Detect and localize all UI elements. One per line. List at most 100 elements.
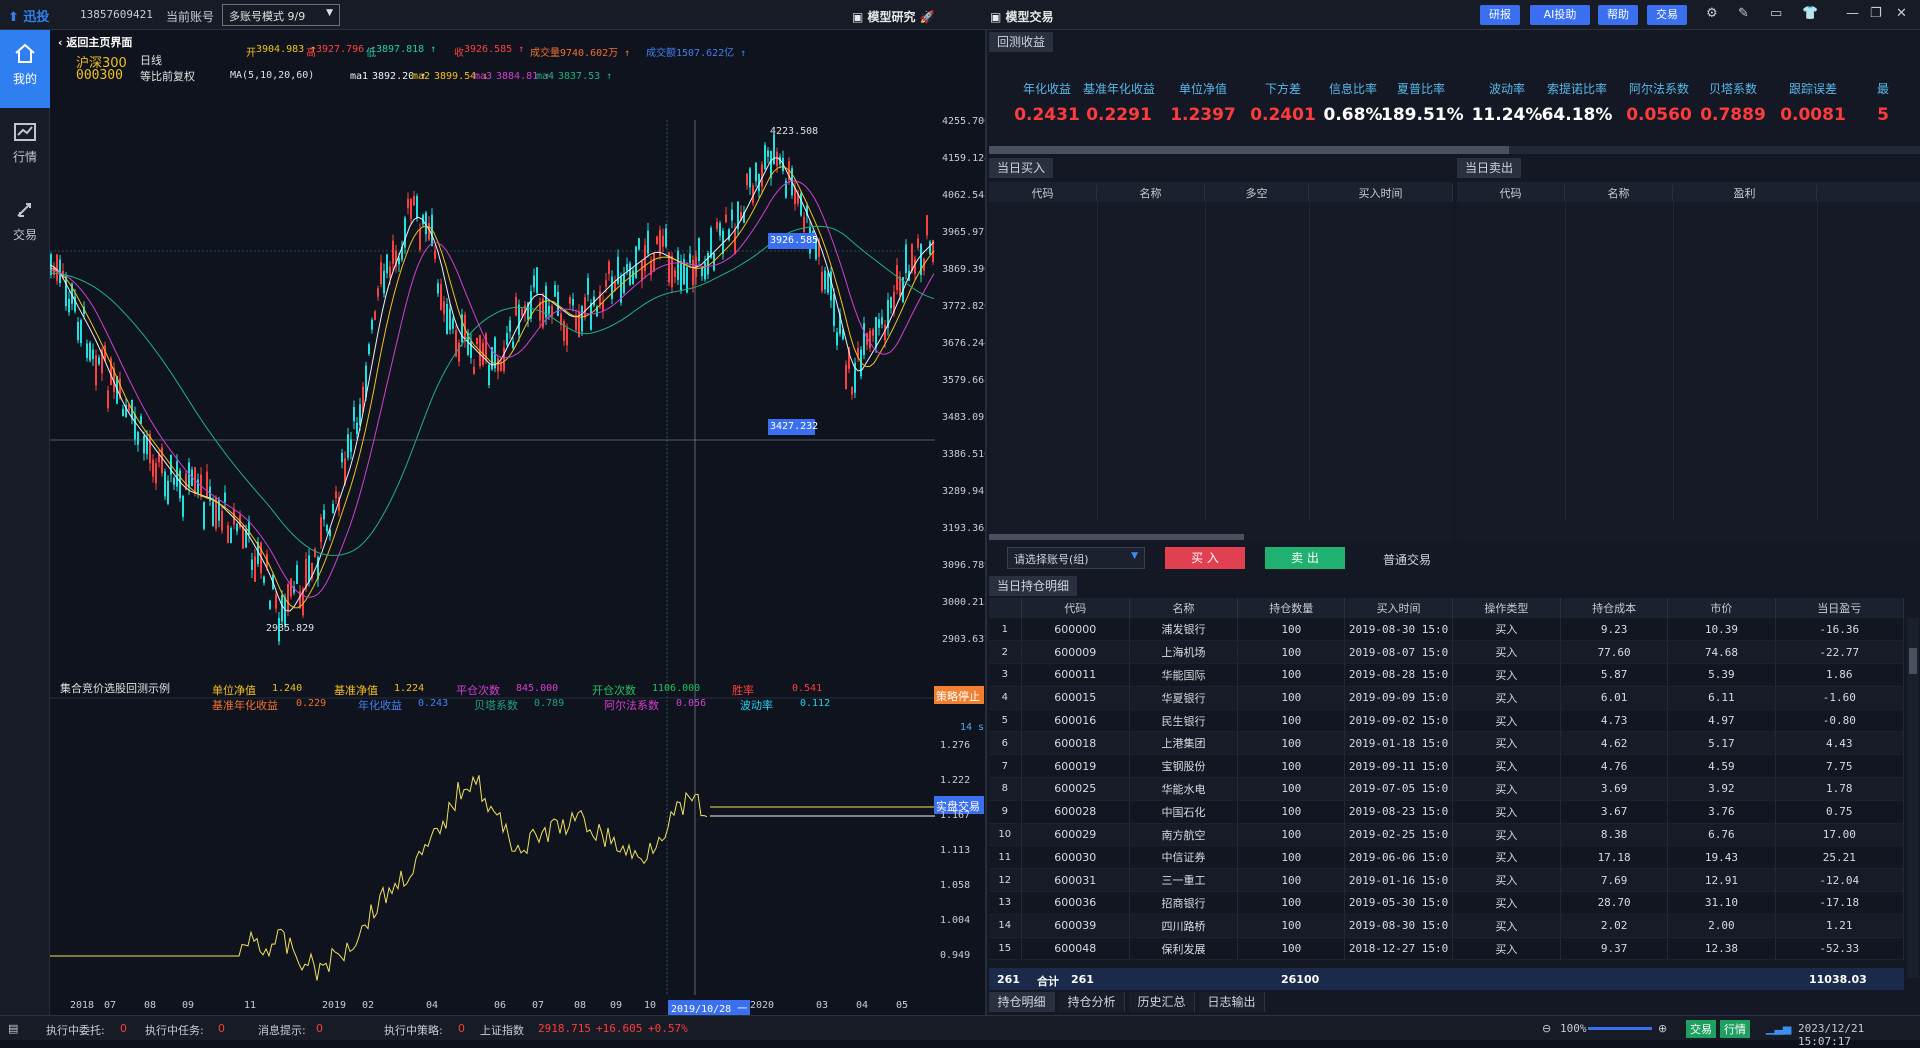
- bottom-tab[interactable]: 持仓分析: [1059, 992, 1125, 1012]
- table-row[interactable]: 14 600039 四川路桥 100 2019-08-30 15:0 买入 2.02 2.00…: [989, 914, 1905, 938]
- candle-body: [389, 266, 391, 278]
- table-row[interactable]: 8 600025 华能水电 100 2019-07-05 15:0 买入 3.69 3.92 1…: [989, 777, 1905, 801]
- tab-today-buy[interactable]: 当日买入: [989, 158, 1054, 178]
- research-report-button[interactable]: 研报: [1480, 5, 1520, 25]
- buy-col-header[interactable]: 代码: [989, 185, 1097, 201]
- table-row[interactable]: 3 600011 华能国际 100 2019-08-28 15:0 买入 5.87 5.39 1…: [989, 663, 1905, 687]
- table-cell: 1: [989, 618, 1022, 642]
- positions-col-header[interactable]: 操作类型: [1452, 598, 1561, 618]
- status-trade-button[interactable]: 交易: [1686, 1020, 1716, 1038]
- candle-body: [371, 319, 373, 330]
- metrics-scrollbar[interactable]: [989, 146, 1920, 154]
- table-cell: 买入: [1452, 937, 1561, 961]
- positions-scrollbar-thumb[interactable]: [1909, 648, 1917, 674]
- positions-col-header[interactable]: 买入时间: [1344, 598, 1453, 618]
- sidebar-item-trade[interactable]: 交易: [0, 186, 50, 264]
- account-mode-select[interactable]: 多账号模式 9/9 ▼: [222, 4, 340, 26]
- sell-col-header[interactable]: 代码: [1457, 185, 1565, 201]
- table-row[interactable]: 9 600028 中国石化 100 2019-08-23 15:0 买入 3.67 3.76 0…: [989, 800, 1905, 824]
- table-cell: 2: [989, 640, 1022, 665]
- bt-stat-value: 1106.000: [652, 683, 701, 694]
- positions-col-header[interactable]: 持仓成本: [1560, 598, 1669, 618]
- gear-icon[interactable]: ⚙: [1706, 6, 1718, 21]
- sell-col-header[interactable]: 盈利: [1673, 185, 1817, 201]
- positions-col-header[interactable]: 持仓数量: [1237, 598, 1346, 618]
- candle-body: [569, 297, 571, 304]
- buy-table-scrollbar[interactable]: [989, 534, 1244, 540]
- bottom-tab[interactable]: 历史汇总: [1129, 992, 1195, 1012]
- buy-table: 代码 名称 多空 买入时间: [989, 182, 1453, 542]
- sell-col-header[interactable]: 名称: [1565, 185, 1673, 201]
- tab-today-sell[interactable]: 当日卖出: [1457, 158, 1522, 178]
- price-tick: 3193.365: [942, 523, 991, 534]
- task-label: 执行中任务:: [145, 1024, 204, 1037]
- bottom-tab[interactable]: 持仓明细: [989, 992, 1055, 1012]
- table-row[interactable]: 6 600018 上港集团 100 2019-01-18 15:0 买入 4.62 5.17 4…: [989, 731, 1905, 756]
- metric-item: 单位净值 1.2397: [1163, 80, 1243, 125]
- table-cell: -12.04: [1775, 868, 1905, 893]
- candle-body: [68, 298, 70, 313]
- restore-icon[interactable]: ❐: [1870, 6, 1882, 21]
- table-row[interactable]: 4 600015 华夏银行 100 2019-09-09 15:0 买入 6.01 6.11-…: [989, 686, 1905, 710]
- table-row[interactable]: 12 600031 三一重工 100 2019-01-16 15:0 买入 7.69 12.9…: [989, 868, 1905, 893]
- account-group-select[interactable]: 请选择账号(组) ▼: [1007, 547, 1145, 569]
- minimize-icon[interactable]: —: [1846, 6, 1859, 21]
- zoom-slider[interactable]: [1588, 1027, 1652, 1030]
- candle-body: [605, 280, 607, 287]
- table-row[interactable]: 2 600009 上海机场 100 2019-08-07 15:0 买入 77.60 74.6…: [989, 640, 1905, 665]
- ai-assist-button[interactable]: AI投助: [1530, 5, 1590, 25]
- sell-button[interactable]: 卖 出: [1265, 547, 1345, 569]
- edit-icon[interactable]: ✎: [1738, 6, 1749, 21]
- table-row[interactable]: 10 600029 南方航空 100 2019-02-25 15:0 买入 8.38 6.76…: [989, 823, 1905, 847]
- positions-col-header[interactable]: 当日盈亏: [1775, 598, 1905, 618]
- buy-col-header[interactable]: 买入时间: [1309, 185, 1453, 201]
- help-button[interactable]: 帮助: [1598, 5, 1638, 25]
- screen-icon[interactable]: ▭: [1770, 6, 1782, 21]
- table-row[interactable]: 1 600000 浦发银行 100 2019-08-30 15:0 买入 9.23 10.39…: [989, 618, 1905, 642]
- model-research-label: 模型研究: [867, 10, 916, 24]
- table-row[interactable]: 15 600048 保利发展 100 2018-12-27 15:0 买入 9.37 12.3…: [989, 937, 1905, 961]
- positions-scrollbar[interactable]: [1907, 618, 1919, 978]
- table-row[interactable]: 13 600036 招商银行 100 2019-05-30 15:0 买入 28.70 31.…: [989, 891, 1905, 915]
- close-icon[interactable]: ✕: [1896, 6, 1907, 21]
- metric-label: 阿尔法系数: [1628, 82, 1689, 96]
- positions-col-header[interactable]: 代码: [1021, 598, 1130, 618]
- model-research-title[interactable]: ▣ 模型研究 🚀: [852, 8, 935, 25]
- model-trade-title[interactable]: ▣ 模型交易: [990, 8, 1054, 25]
- bottom-tab[interactable]: 日志输出: [1199, 992, 1265, 1012]
- total-pnl: 11038.03: [1809, 973, 1867, 986]
- candle-body: [368, 344, 370, 355]
- table-row[interactable]: 5 600016 民生银行 100 2019-09-02 15:0 买入 4.73 4.97-…: [989, 709, 1905, 733]
- table-row[interactable]: 11 600030 中信证券 100 2019-06-06 15:0 买入 17.18 19.…: [989, 845, 1905, 870]
- table-row[interactable]: 7 600019 宝钢股份 100 2019-09-11 15:0 买入 4.76 4.59 7…: [989, 754, 1905, 779]
- table-cell: 600029: [1021, 823, 1130, 847]
- sidebar-item-market[interactable]: 行情: [0, 108, 50, 186]
- normal-trade-link[interactable]: 普通交易: [1383, 551, 1431, 568]
- positions-col-header[interactable]: 名称: [1129, 598, 1239, 618]
- candle-body: [443, 301, 445, 315]
- strategy-stop-button[interactable]: 策略停止: [934, 686, 984, 704]
- candle-body: [206, 471, 208, 497]
- zoom-in-icon[interactable]: ⊕: [1658, 1022, 1667, 1035]
- total-label: 合计: [1037, 975, 1059, 988]
- candle-body: [665, 228, 667, 247]
- tab-positions-detail[interactable]: 当日持仓明细: [989, 576, 1078, 596]
- shirt-icon[interactable]: 👕: [1802, 6, 1818, 21]
- positions-col-header[interactable]: 市价: [1667, 598, 1776, 618]
- sidebar-item-mine[interactable]: 我的: [0, 30, 50, 108]
- table-cell: 600018: [1021, 731, 1130, 756]
- bt-stat-label: 波动率: [740, 699, 773, 712]
- status-quote-button[interactable]: 行情: [1720, 1020, 1750, 1038]
- candle-body: [731, 209, 733, 221]
- candle-body: [335, 491, 337, 499]
- tab-backtest-returns[interactable]: 回测收益: [989, 32, 1054, 52]
- buy-col-header[interactable]: 名称: [1097, 185, 1205, 201]
- candle-body: [152, 459, 154, 477]
- zoom-out-icon[interactable]: ⊖: [1542, 1022, 1551, 1035]
- candle-body: [638, 238, 640, 250]
- buy-button[interactable]: 买 入: [1165, 547, 1245, 569]
- kline-chart[interactable]: [50, 30, 985, 1015]
- metrics-scrollbar-thumb[interactable]: [989, 146, 1509, 154]
- buy-col-header[interactable]: 多空: [1205, 185, 1309, 201]
- trade-button[interactable]: 交易: [1647, 5, 1687, 25]
